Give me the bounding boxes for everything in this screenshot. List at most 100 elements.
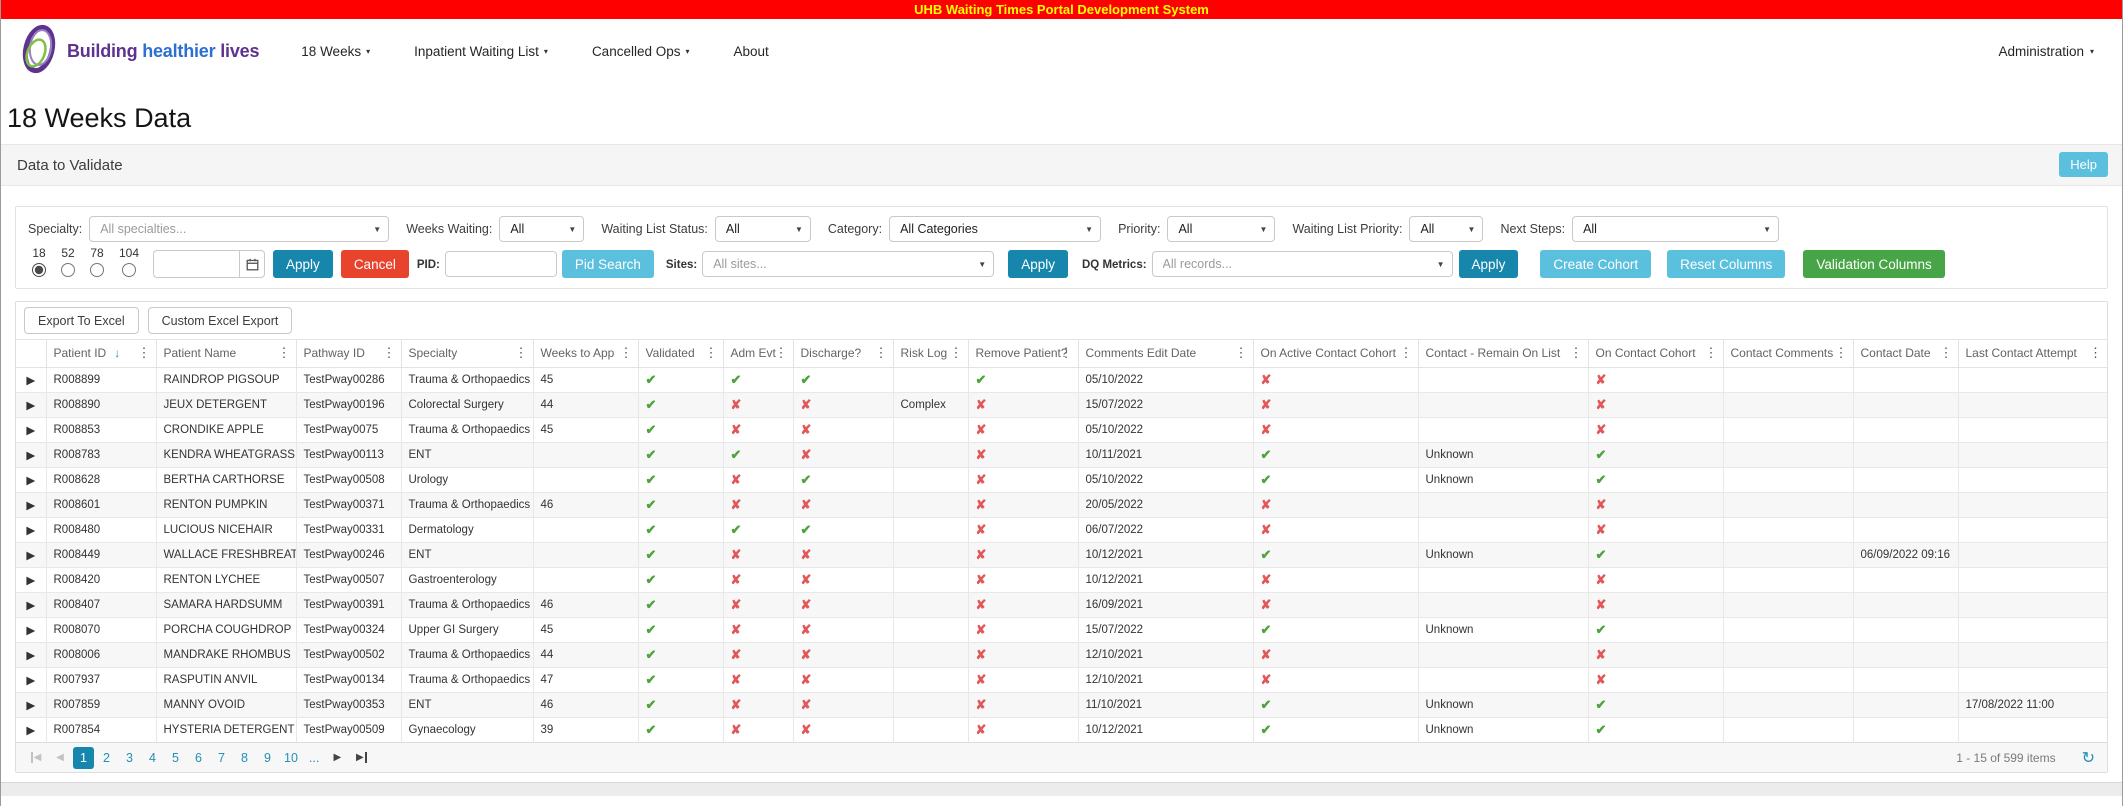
column-header-contact-comments[interactable]: Contact Comments⋮: [1723, 340, 1853, 367]
column-menu-icon[interactable]: ⋮: [1400, 345, 1413, 361]
column-menu-icon[interactable]: ⋮: [950, 345, 963, 361]
column-header-remove-patient[interactable]: Remove Patient?⋮: [968, 340, 1078, 367]
pager-page-1[interactable]: 1: [73, 747, 94, 769]
create-cohort-button[interactable]: Create Cohort: [1540, 250, 1651, 278]
custom-excel-export-button[interactable]: Custom Excel Export: [148, 307, 293, 334]
column-header-validated[interactable]: Validated⋮: [638, 340, 723, 367]
pager-page-6[interactable]: 6: [188, 747, 209, 769]
dq-apply-button[interactable]: Apply: [1459, 250, 1519, 278]
row-expander[interactable]: ▶: [16, 592, 46, 617]
sites-dropdown[interactable]: All sites... ▼: [702, 251, 994, 277]
table-row: ▶R007937RASPUTIN ANVILTestPway00134Traum…: [16, 667, 2107, 692]
column-header-contact-date[interactable]: Contact Date⋮: [1853, 340, 1958, 367]
pager-page-2[interactable]: 2: [96, 747, 117, 769]
dq-metrics-dropdown[interactable]: All records... ▼: [1152, 251, 1453, 277]
column-header-risk-log[interactable]: Risk Log⋮: [893, 340, 968, 367]
cancel-button[interactable]: Cancel: [341, 250, 409, 278]
waiting-list-status-dropdown[interactable]: All ▼: [715, 216, 811, 242]
pager-page-7[interactable]: 7: [211, 747, 232, 769]
column-header-on-contact-cohort[interactable]: On Contact Cohort⋮: [1588, 340, 1723, 367]
row-expander[interactable]: ▶: [16, 417, 46, 442]
column-menu-icon[interactable]: ⋮: [620, 345, 633, 361]
export-to-excel-button[interactable]: Export To Excel: [24, 307, 139, 334]
sites-apply-button[interactable]: Apply: [1008, 250, 1068, 278]
pager-prev-button[interactable]: ◀: [48, 747, 72, 769]
column-menu-icon[interactable]: ⋮: [705, 345, 718, 361]
pager-page-10[interactable]: 10: [280, 747, 302, 769]
column-header-last-contact-attempt[interactable]: Last Contact Attempt⋮: [1958, 340, 2107, 367]
nav-item-18-weeks[interactable]: 18 Weeks▾: [301, 44, 370, 59]
date-input[interactable]: [153, 250, 239, 278]
column-header-pathway-id[interactable]: Pathway ID⋮: [296, 340, 401, 367]
column-header-discharge[interactable]: Discharge?⋮: [793, 340, 893, 367]
pager-page-5[interactable]: 5: [165, 747, 186, 769]
column-header-contact-remain-on-list[interactable]: Contact - Remain On List⋮: [1418, 340, 1588, 367]
pid-search-button[interactable]: Pid Search: [562, 250, 654, 278]
column-menu-icon[interactable]: ⋮: [515, 345, 528, 361]
column-header-patient-name[interactable]: Patient Name⋮: [156, 340, 296, 367]
weeks-radio-18[interactable]: [32, 263, 46, 277]
horizontal-scrollbar[interactable]: [1, 782, 2122, 796]
row-expander[interactable]: ▶: [16, 542, 46, 567]
column-header-specialty[interactable]: Specialty⋮: [401, 340, 533, 367]
column-header-on-active-contact-cohort[interactable]: On Active Contact Cohort⋮: [1253, 340, 1418, 367]
nav-item-cancelled-ops[interactable]: Cancelled Ops▾: [592, 44, 690, 59]
pid-input[interactable]: [445, 251, 557, 277]
weeks-waiting-dropdown[interactable]: All ▼: [499, 216, 584, 242]
next-steps-dropdown[interactable]: All ▼: [1572, 216, 1779, 242]
waiting-list-priority-dropdown[interactable]: All ▼: [1409, 216, 1483, 242]
weeks-radio-52[interactable]: [61, 263, 75, 277]
pager-page-3[interactable]: 3: [119, 747, 140, 769]
pager-page-8[interactable]: 8: [234, 747, 255, 769]
pager-page-4[interactable]: 4: [142, 747, 163, 769]
column-header-patient-id[interactable]: Patient ID↓⋮: [46, 340, 156, 367]
row-expander[interactable]: ▶: [16, 717, 46, 742]
row-expander[interactable]: ▶: [16, 442, 46, 467]
column-menu-icon[interactable]: ⋮: [1235, 345, 1248, 361]
column-header-adm-evt[interactable]: Adm Evt⋮: [723, 340, 793, 367]
column-menu-icon[interactable]: ⋮: [1835, 345, 1848, 361]
column-menu-icon[interactable]: ⋮: [1570, 345, 1583, 361]
brand-logo[interactable]: Building healthier lives: [19, 23, 259, 80]
column-menu-icon[interactable]: ⋮: [138, 345, 151, 361]
row-expander[interactable]: ▶: [16, 517, 46, 542]
pager-more-button[interactable]: ...: [309, 751, 319, 765]
column-menu-icon[interactable]: ⋮: [1940, 345, 1953, 361]
validation-columns-button[interactable]: Validation Columns: [1803, 250, 1944, 278]
row-expander[interactable]: ▶: [16, 367, 46, 392]
help-button[interactable]: Help: [2059, 152, 2108, 177]
column-menu-icon[interactable]: ⋮: [278, 345, 291, 361]
column-header-weeks-to-app[interactable]: Weeks to App⋮: [533, 340, 638, 367]
row-expander[interactable]: ▶: [16, 667, 46, 692]
row-expander[interactable]: ▶: [16, 392, 46, 417]
nav-item-administration[interactable]: Administration ▾: [1998, 44, 2104, 59]
pager-page-9[interactable]: 9: [257, 747, 278, 769]
weeks-radio-104[interactable]: [122, 263, 136, 277]
row-expander[interactable]: ▶: [16, 642, 46, 667]
category-dropdown[interactable]: All Categories ▼: [889, 216, 1101, 242]
row-expander[interactable]: ▶: [16, 467, 46, 492]
weeks-radio-78[interactable]: [90, 263, 104, 277]
column-menu-icon[interactable]: ⋮: [2089, 345, 2102, 361]
pager-last-button[interactable]: ▶: [349, 747, 373, 769]
nav-item-about[interactable]: About: [734, 44, 769, 59]
column-menu-icon[interactable]: ⋮: [775, 345, 788, 361]
column-header-comments-edit-date[interactable]: Comments Edit Date⋮: [1078, 340, 1253, 367]
row-expander[interactable]: ▶: [16, 617, 46, 642]
specialty-dropdown[interactable]: All specialties... ▼: [89, 216, 389, 242]
column-menu-icon[interactable]: ⋮: [1705, 345, 1718, 361]
row-expander[interactable]: ▶: [16, 567, 46, 592]
column-menu-icon[interactable]: ⋮: [875, 345, 888, 361]
column-menu-icon[interactable]: ⋮: [1060, 345, 1073, 361]
calendar-icon[interactable]: [239, 250, 265, 278]
pager-first-button[interactable]: ◀: [24, 747, 48, 769]
apply-button[interactable]: Apply: [273, 250, 333, 278]
column-menu-icon[interactable]: ⋮: [383, 345, 396, 361]
nav-item-inpatient-waiting-list[interactable]: Inpatient Waiting List▾: [414, 44, 548, 59]
row-expander[interactable]: ▶: [16, 492, 46, 517]
pager-next-button[interactable]: ▶: [325, 747, 349, 769]
reset-columns-button[interactable]: Reset Columns: [1667, 250, 1785, 278]
priority-dropdown[interactable]: All ▼: [1167, 216, 1275, 242]
row-expander[interactable]: ▶: [16, 692, 46, 717]
refresh-icon[interactable]: ↻: [2082, 748, 2095, 768]
